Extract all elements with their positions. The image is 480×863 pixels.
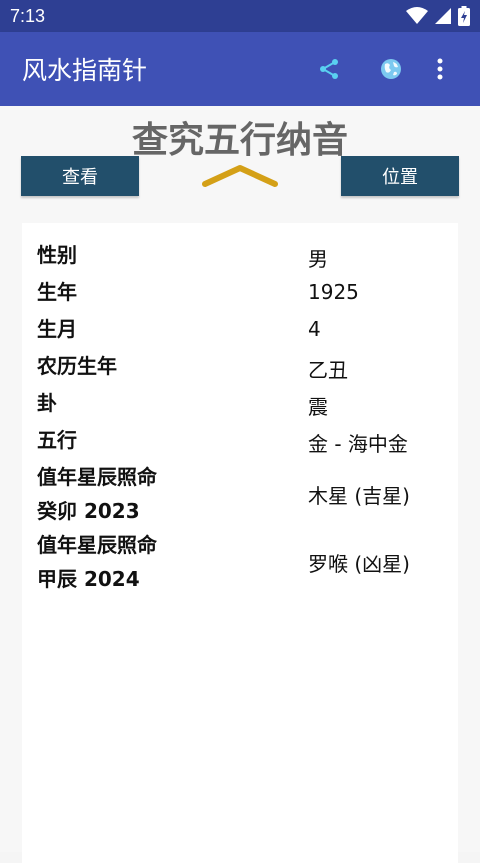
app-actions xyxy=(298,45,458,93)
row-label-year: 甲辰 2024 xyxy=(37,567,140,591)
row-five-elements: 五行 金 - 海中金 xyxy=(22,422,458,458)
wifi-icon xyxy=(406,7,428,24)
row-star-2024: 值年星辰照命 甲辰 2024 罗喉 (凶星) xyxy=(22,528,458,596)
chevron-up-icon[interactable] xyxy=(200,160,280,190)
row-value: 1925 xyxy=(308,280,359,304)
row-lunar-year: 农历生年 乙丑 xyxy=(22,348,458,384)
info-card: 性别 男 生年 1925 生月 4 农历生年 乙丑 卦 震 五行 金 - 海中金… xyxy=(22,223,458,863)
row-label: 卦 xyxy=(37,391,57,415)
app-title: 风水指南针 xyxy=(22,56,148,85)
row-value: 罗喉 (凶星) xyxy=(308,552,410,576)
row-label: 生月 xyxy=(37,317,77,341)
row-gender: 性别 男 xyxy=(22,237,458,273)
row-label: 值年星辰照命 xyxy=(37,465,157,489)
row-value: 4 xyxy=(308,317,321,341)
more-vert-icon xyxy=(437,58,443,80)
overflow-menu-button[interactable] xyxy=(422,45,458,93)
row-label: 生年 xyxy=(37,280,77,304)
row-value: 乙丑 xyxy=(308,358,348,382)
row-label: 值年星辰照命 xyxy=(37,533,157,557)
row-label-year: 癸卯 2023 xyxy=(37,499,140,523)
row-value: 男 xyxy=(308,247,328,271)
language-button[interactable] xyxy=(360,45,422,93)
row-birth-month: 生月 4 xyxy=(22,311,458,347)
row-label: 农历生年 xyxy=(37,354,117,378)
row-trigram: 卦 震 xyxy=(22,385,458,421)
row-label: 五行 xyxy=(37,428,77,452)
row-value: 金 - 海中金 xyxy=(308,432,408,456)
row-label: 性别 xyxy=(37,243,77,267)
status-bar: 7:13 xyxy=(0,0,480,32)
share-button[interactable] xyxy=(298,45,360,93)
location-button[interactable]: 位置 xyxy=(341,156,459,196)
globe-icon xyxy=(381,59,401,79)
status-time: 7:13 xyxy=(10,5,46,26)
row-birth-year: 生年 1925 xyxy=(22,274,458,310)
share-icon xyxy=(320,59,338,79)
battery-icon xyxy=(458,6,470,26)
row-star-2023: 值年星辰照命 癸卯 2023 木星 (吉星) xyxy=(22,460,458,528)
row-value: 震 xyxy=(308,395,328,419)
row-value: 木星 (吉星) xyxy=(308,484,410,508)
view-button[interactable]: 查看 xyxy=(21,156,139,196)
status-icons xyxy=(406,6,470,26)
cell-signal-icon xyxy=(435,8,451,24)
main-content: 查究五行纳音 查看 位置 性别 男 生年 1925 生月 4 农历生年 乙丑 卦… xyxy=(0,106,480,863)
app-bar: 风水指南针 xyxy=(0,32,480,106)
